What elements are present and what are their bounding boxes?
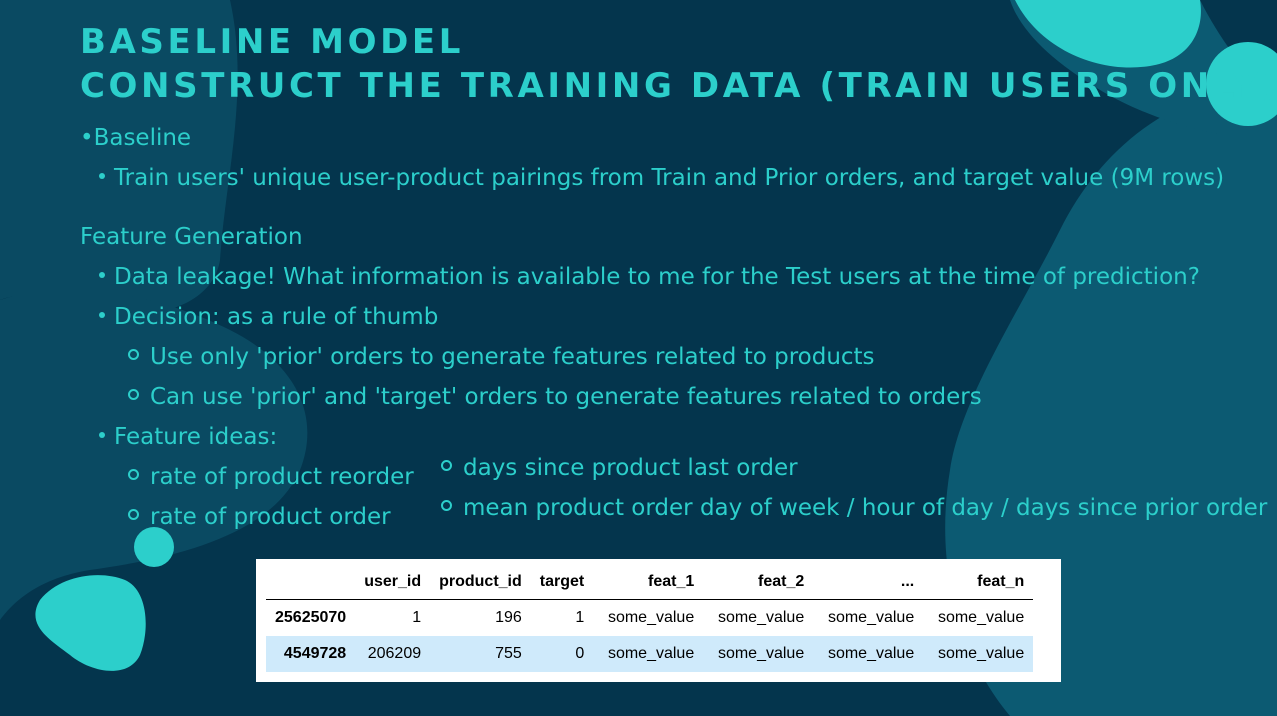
idea-left-2: rate of product order <box>128 506 391 529</box>
bullet-ring <box>128 349 139 360</box>
bullet-ring <box>128 389 139 400</box>
decision-text: Decision: as a rule of thumb <box>114 304 439 330</box>
column-header-feat-2: feat_2 <box>703 565 814 600</box>
cell-feat-n: some_value <box>937 609 1025 626</box>
cell-product-id: 755 <box>430 636 531 672</box>
column-header-index <box>266 565 356 600</box>
cell-target: 1 <box>575 609 585 626</box>
cell-feat-1: some_value <box>593 636 704 672</box>
cell-product-id: 196 <box>495 609 522 626</box>
column-header-user-id: user_id <box>355 565 431 600</box>
baseline-item: Train users' unique user-product pairing… <box>99 167 1224 190</box>
feature-generation-heading: Feature Generation <box>80 224 303 250</box>
bullet-dot <box>99 172 105 179</box>
cell-user-id: 206209 <box>355 636 431 672</box>
column-header-product-id: product_id <box>430 565 531 600</box>
column-header-target: target <box>530 565 594 600</box>
cell-feat-1: some_value <box>607 609 695 626</box>
leakage-item: Data leakage! What information is availa… <box>99 266 1200 289</box>
rule-2-text: Can use 'prior' and 'target' orders to g… <box>150 384 982 410</box>
idea-left-1-text: rate of product reorder <box>150 464 414 490</box>
bullet-ring <box>441 460 452 471</box>
table-row: 25625070 1 196 1 some_value some_value s… <box>266 600 1033 637</box>
cell-feat-2: some_value <box>717 609 805 626</box>
idea-left-2-text: rate of product order <box>150 504 391 530</box>
table-row: 4549728 206209 755 0 some_value some_val… <box>266 636 1034 672</box>
baseline-item-text: Train users' unique user-product pairing… <box>114 165 1225 191</box>
title-line-1: BASELINE MODEL <box>80 22 465 62</box>
bottom-left-accent-blob <box>35 575 146 671</box>
idea-right-2-text: mean product order day of week / hour of… <box>463 495 1268 521</box>
rule-2-item: Can use 'prior' and 'target' orders to g… <box>128 386 982 409</box>
bullet-dot <box>99 311 105 318</box>
column-header-ellipsis: ... <box>813 565 924 600</box>
cell-target: 0 <box>530 636 594 672</box>
idea-left-1: rate of product reorder <box>128 466 414 489</box>
feature-ideas-label: Feature ideas: <box>114 424 278 450</box>
bullet-ring <box>128 469 139 480</box>
cell-ellipsis: some_value <box>827 609 915 626</box>
column-header-feat-1: feat_1 <box>593 565 704 600</box>
bullet-ring <box>441 500 452 511</box>
training-data-table: user_id product_id target feat_1 feat_2 … <box>266 565 1034 672</box>
column-header-feat-n: feat_n <box>923 565 1034 600</box>
baseline-heading: •Baseline <box>80 125 192 151</box>
title-line-2: CONSTRUCT THE TRAINING DATA (TRAIN USERS… <box>80 66 1277 106</box>
small-accent-circle <box>134 527 174 567</box>
cell-ellipsis: some_value <box>813 636 924 672</box>
leakage-text: Data leakage! What information is availa… <box>114 264 1200 290</box>
bullet-dot <box>99 271 105 278</box>
top-right-accent-blob <box>1015 0 1201 68</box>
cell-user-id: 1 <box>412 609 422 626</box>
cell-feat-n: some_value <box>923 636 1034 672</box>
decision-item: Decision: as a rule of thumb <box>99 306 438 329</box>
idea-right-1-text: days since product last order <box>463 455 798 481</box>
rule-1-item: Use only 'prior' orders to generate feat… <box>128 346 875 369</box>
table-header-row: user_id product_id target feat_1 feat_2 … <box>266 565 1034 600</box>
feature-ideas-item: Feature ideas: <box>99 426 277 449</box>
row-index: 4549728 <box>266 636 356 672</box>
bullet-dot <box>99 431 105 438</box>
idea-right-2: mean product order day of week / hour of… <box>441 497 1267 520</box>
training-data-table-panel: user_id product_id target feat_1 feat_2 … <box>256 559 1061 682</box>
rule-1-text: Use only 'prior' orders to generate feat… <box>150 344 875 370</box>
row-index: 25625070 <box>275 609 347 626</box>
idea-right-1: days since product last order <box>441 457 798 480</box>
cell-feat-2: some_value <box>703 636 814 672</box>
bullet-ring <box>128 509 139 520</box>
